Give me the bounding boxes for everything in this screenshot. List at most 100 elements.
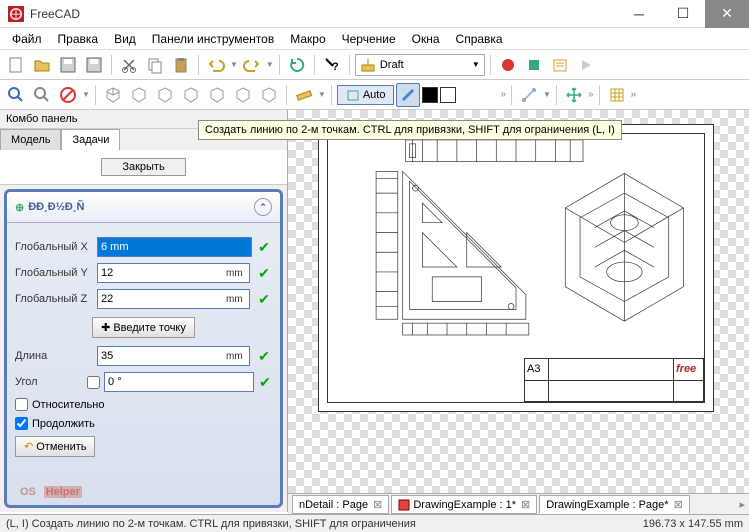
status-coords: 196.73 x 147.55 mm bbox=[643, 518, 743, 530]
draw-style-button[interactable] bbox=[56, 83, 80, 107]
save-button[interactable] bbox=[56, 53, 80, 77]
view-front-button[interactable] bbox=[127, 83, 151, 107]
task-title: ÐÐ¸Ð½Ð¸Ñ bbox=[28, 201, 84, 213]
menu-help[interactable]: Справка bbox=[448, 29, 511, 49]
menu-view[interactable]: Вид bbox=[106, 29, 144, 49]
angle-lock-checkbox[interactable] bbox=[87, 376, 100, 389]
maximize-button[interactable]: ☐ bbox=[661, 0, 705, 28]
tab-tasks[interactable]: Задачи bbox=[61, 129, 120, 150]
doc-tab-1[interactable]: DrawingExample : 1*⊠ bbox=[391, 495, 537, 514]
measure-dropdown[interactable]: ▼ bbox=[318, 90, 326, 99]
snap-grid-button[interactable] bbox=[605, 83, 629, 107]
view-bottom-button[interactable] bbox=[231, 83, 255, 107]
minimize-button[interactable]: ─ bbox=[617, 0, 661, 28]
cancel-button[interactable]: ↶Отменить bbox=[15, 436, 95, 457]
global-y-label: Глобальный Y bbox=[15, 267, 93, 279]
status-hint: (L, I) Создать линию по 2-м точкам. CTRL… bbox=[6, 518, 416, 530]
view-iso-button[interactable] bbox=[101, 83, 125, 107]
angle-input[interactable] bbox=[104, 372, 254, 392]
toolbar-overflow-1[interactable]: » bbox=[500, 89, 506, 100]
menu-toolbars[interactable]: Панели инструментов bbox=[144, 29, 282, 49]
whats-this-button[interactable]: ? bbox=[320, 53, 344, 77]
stop-macro-button[interactable] bbox=[522, 53, 546, 77]
face-color-button[interactable] bbox=[422, 87, 438, 103]
refresh-button[interactable] bbox=[285, 53, 309, 77]
undo-button[interactable] bbox=[204, 53, 228, 77]
tab-close-icon[interactable]: ⊠ bbox=[674, 498, 683, 511]
check-icon: ✔ bbox=[256, 239, 272, 255]
doc-tab-2[interactable]: DrawingExample : Page*⊠ bbox=[539, 495, 690, 514]
macros-button[interactable] bbox=[548, 53, 572, 77]
workbench-selector[interactable]: Draft ▼ bbox=[355, 54, 485, 76]
relative-checkbox[interactable] bbox=[15, 398, 28, 411]
drawing-page: A3 free bbox=[318, 124, 714, 412]
menu-edit[interactable]: Правка bbox=[50, 29, 107, 49]
enter-point-button[interactable]: ✚Введите точку bbox=[92, 317, 195, 338]
view-left-button[interactable] bbox=[257, 83, 281, 107]
continue-label: Продолжить bbox=[32, 418, 95, 430]
toolbar-main: ▼ ▼ ? Draft ▼ bbox=[0, 50, 749, 80]
undo-dropdown[interactable]: ▼ bbox=[230, 60, 238, 69]
app-icon bbox=[8, 6, 24, 22]
line-task-icon: ⊕ bbox=[15, 201, 24, 214]
length-label: Длина bbox=[15, 350, 93, 362]
workbench-label: Draft bbox=[380, 59, 404, 71]
tab-close-icon[interactable]: ⊠ bbox=[373, 498, 382, 511]
relative-label: Относительно bbox=[32, 399, 104, 411]
tab-close-icon[interactable]: ⊠ bbox=[521, 498, 530, 511]
window-title: FreeCAD bbox=[30, 7, 80, 21]
drawing-canvas[interactable]: A3 free bbox=[288, 110, 749, 512]
execute-macro-button[interactable] bbox=[574, 53, 598, 77]
tab-model[interactable]: Модель bbox=[0, 129, 61, 150]
menu-macro[interactable]: Макро bbox=[282, 29, 333, 49]
toolbar-overflow-3[interactable]: » bbox=[631, 89, 637, 100]
view-right-button[interactable] bbox=[179, 83, 203, 107]
menu-windows[interactable]: Окна bbox=[404, 29, 448, 49]
copy-button[interactable] bbox=[143, 53, 167, 77]
zoom-selection-button[interactable] bbox=[30, 83, 54, 107]
global-z-label: Глобальный Z bbox=[15, 293, 93, 305]
close-task-button[interactable]: Закрыть bbox=[101, 158, 185, 176]
tooltip: Создать линию по 2-м точкам. CTRL для пр… bbox=[198, 120, 622, 140]
zoom-fit-button[interactable] bbox=[4, 83, 28, 107]
close-button[interactable]: ✕ bbox=[705, 0, 749, 28]
record-macro-button[interactable] bbox=[496, 53, 520, 77]
paste-button[interactable] bbox=[169, 53, 193, 77]
check-icon: ✔ bbox=[256, 348, 272, 364]
global-x-input[interactable] bbox=[97, 237, 252, 257]
line-color-button[interactable] bbox=[440, 87, 456, 103]
move-tool-button[interactable] bbox=[562, 83, 586, 107]
construction-mode-button[interactable] bbox=[396, 83, 420, 107]
doc-tab-0[interactable]: nDetail : Page⊠ bbox=[292, 495, 389, 514]
open-button[interactable] bbox=[30, 53, 54, 77]
new-button[interactable] bbox=[4, 53, 28, 77]
toolbar-overflow-2[interactable]: » bbox=[588, 89, 594, 100]
redo-dropdown[interactable]: ▼ bbox=[266, 60, 274, 69]
auto-label: Auto bbox=[363, 89, 386, 101]
global-z-input[interactable] bbox=[97, 289, 250, 309]
title-block: A3 free bbox=[524, 358, 704, 402]
collapse-button[interactable]: ⌃ bbox=[254, 198, 272, 216]
toolbar-view: ▼ ▼ Auto » ▼ » » bbox=[0, 80, 749, 110]
chevron-down-icon: ▼ bbox=[472, 60, 480, 69]
auto-group-button[interactable]: Auto bbox=[337, 85, 395, 105]
length-input[interactable] bbox=[97, 346, 250, 366]
cut-button[interactable] bbox=[117, 53, 141, 77]
view-top-button[interactable] bbox=[153, 83, 177, 107]
menu-file[interactable]: Файл bbox=[4, 29, 50, 49]
angle-label: Угол bbox=[15, 376, 83, 388]
task-panel: ⊕ ÐÐ¸Ð½Ð¸Ñ ⌃ Глобальный X ✔ Глобальный Y… bbox=[4, 189, 283, 508]
document-tabs: nDetail : Page⊠ DrawingExample : 1*⊠ Dra… bbox=[288, 493, 749, 515]
line-tool-button[interactable] bbox=[517, 83, 541, 107]
watermark: OS Helper bbox=[20, 470, 82, 502]
global-y-input[interactable] bbox=[97, 263, 250, 283]
continue-checkbox[interactable] bbox=[15, 417, 28, 430]
save-as-button[interactable] bbox=[82, 53, 106, 77]
drawstyle-dropdown[interactable]: ▼ bbox=[82, 90, 90, 99]
measure-button[interactable] bbox=[292, 83, 316, 107]
line-dropdown[interactable]: ▼ bbox=[543, 90, 551, 99]
view-rear-button[interactable] bbox=[205, 83, 229, 107]
menu-draft[interactable]: Черчение bbox=[334, 29, 404, 49]
redo-button[interactable] bbox=[240, 53, 264, 77]
tabs-scroll-right[interactable]: ▸ bbox=[739, 498, 745, 511]
